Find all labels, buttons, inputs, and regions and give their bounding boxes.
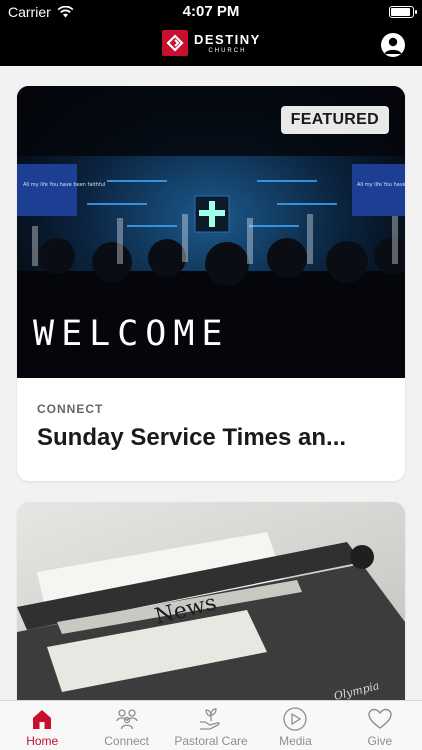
destiny-logo-icon <box>162 30 188 56</box>
featured-badge: FEATURED <box>280 106 389 134</box>
tab-give[interactable]: Give <box>338 701 422 750</box>
tab-media[interactable]: Media <box>253 701 337 750</box>
heart-icon <box>367 706 393 732</box>
tab-connect[interactable]: Connect <box>84 701 168 750</box>
svg-text:All my life You have: All my life You have <box>357 182 405 188</box>
status-bar: Carrier 4:07 PM <box>0 0 422 24</box>
feed[interactable]: All my life You have been faithful All m… <box>0 66 422 700</box>
user-icon <box>384 37 402 54</box>
brand-logo: DESTINY CHURCH <box>162 30 261 56</box>
tab-bar: Home Connect Pastoral Care Media Give <box>0 700 422 750</box>
brand-subtitle: CHURCH <box>208 47 247 54</box>
profile-button[interactable] <box>381 33 405 57</box>
tab-pastoral-care-label: Pastoral Care <box>174 734 248 748</box>
top-bar: Carrier 4:07 PM DESTINY CHURCH <box>0 0 422 66</box>
card-category: CONNECT <box>37 402 104 416</box>
typewriter-news-image: News Olympia <box>17 502 405 700</box>
tab-home[interactable]: Home <box>0 701 84 750</box>
tab-media-label: Media <box>279 734 312 748</box>
tab-connect-label: Connect <box>104 734 149 748</box>
welcome-text: WELCOME <box>33 314 230 354</box>
hands-plant-icon <box>198 706 224 732</box>
worship-stage-image: All my life You have been faithful All m… <box>17 86 405 378</box>
tab-pastoral-care[interactable]: Pastoral Care <box>169 701 253 750</box>
tab-home-label: Home <box>26 734 59 748</box>
tab-give-label: Give <box>367 734 393 748</box>
play-icon <box>282 706 308 732</box>
status-time: 4:07 PM <box>182 3 240 20</box>
brand-name: DESTINY <box>194 31 261 47</box>
featured-card[interactable]: All my life You have been faithful All m… <box>17 86 405 481</box>
news-card[interactable]: News Olympia <box>17 502 405 700</box>
battery-icon <box>389 6 417 18</box>
svg-text:All my life You have been fait: All my life You have been faithful <box>23 182 105 188</box>
home-icon <box>29 706 55 732</box>
people-icon <box>114 706 140 732</box>
card-title[interactable]: Sunday Service Times an... <box>37 424 385 452</box>
